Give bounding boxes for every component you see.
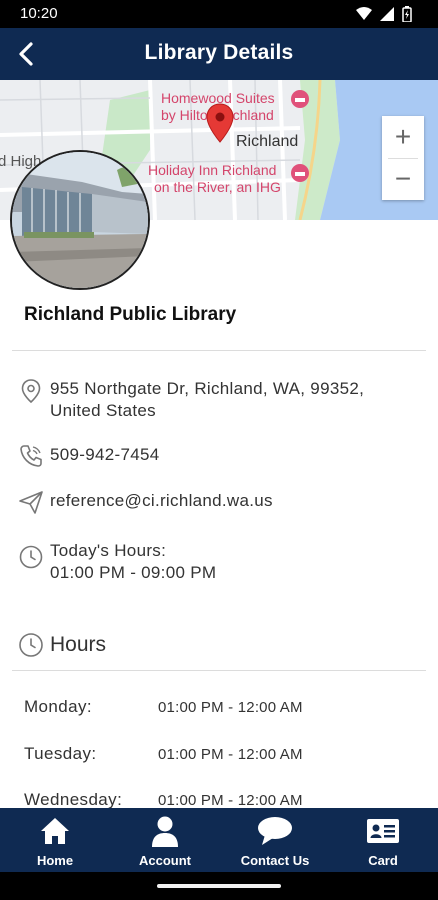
map-pin-icon: [206, 103, 234, 143]
todays-hours-text: Today's Hours: 01:00 PM - 09:00 PM: [50, 540, 216, 584]
name-divider: [12, 350, 426, 351]
home-icon: [41, 818, 69, 844]
app-bar: Library Details: [0, 28, 438, 80]
status-time: 10:20: [20, 5, 58, 22]
send-icon: [19, 491, 43, 514]
phone-text: 509-942-7454: [50, 445, 160, 464]
map-label-hotel2-line2: on the River, an IHG: [154, 179, 281, 195]
library-photo: [10, 150, 150, 290]
zoom-out-button[interactable]: −: [382, 158, 424, 200]
email-text: reference@ci.richland.wa.us: [50, 491, 273, 510]
hours-divider: [12, 670, 426, 671]
nav-account[interactable]: Account: [110, 808, 220, 872]
status-bar: 10:20: [0, 0, 438, 28]
hours-clock-icon: [19, 633, 43, 657]
library-details-screen: 10:20 Library Details Homewood Suites by…: [0, 0, 438, 900]
bottom-navigation: Home Account Contact Us Card: [0, 808, 438, 872]
address-text: 955 Northgate Dr, Richland, WA, 99352, U…: [50, 378, 364, 422]
hours-heading: Hours: [50, 633, 107, 656]
signal-icon: [380, 7, 394, 21]
nav-card-label: Card: [368, 853, 398, 868]
map-zoom-controls: + −: [382, 116, 424, 200]
address-line1: 955 Northgate Dr, Richland, WA, 99352,: [50, 379, 365, 398]
day-hours: 01:00 PM - 12:00 AM: [158, 792, 303, 809]
todays-hours-value: 01:00 PM - 09:00 PM: [50, 563, 217, 582]
card-icon: [367, 819, 399, 843]
nav-home-label: Home: [36, 853, 74, 868]
map-label-hotel2-line1: Holiday Inn Richland: [148, 162, 277, 178]
zoom-in-button[interactable]: +: [382, 116, 424, 158]
account-icon: [152, 816, 178, 847]
nav-contact-us[interactable]: Contact Us: [220, 808, 330, 872]
phone-icon: [20, 445, 42, 467]
nav-contact-label: Contact Us: [240, 853, 310, 868]
hotel-poi-icon: [291, 90, 309, 108]
clock-icon: [19, 545, 43, 569]
address-line2: United States: [50, 401, 156, 420]
todays-hours-label: Today's Hours:: [50, 541, 167, 560]
day-hours: 01:00 PM - 12:00 AM: [158, 746, 303, 763]
nav-home[interactable]: Home: [0, 808, 110, 872]
battery-icon: [402, 6, 412, 22]
home-gesture-handle[interactable]: [157, 884, 281, 888]
library-name: Richland Public Library: [24, 304, 237, 325]
day-label: Tuesday:: [24, 744, 97, 763]
page-title: Library Details: [144, 41, 294, 64]
map-label-city: Richland: [236, 133, 299, 150]
zoom-divider: [388, 158, 418, 159]
nav-account-label: Account: [139, 853, 191, 868]
day-hours: 01:00 PM - 12:00 AM: [158, 699, 303, 716]
location-icon: [21, 379, 41, 404]
system-navigation-bar: [0, 872, 438, 900]
hotel-poi-icon-2: [291, 164, 309, 182]
nav-card[interactable]: Card: [328, 808, 438, 872]
day-label: Monday:: [24, 697, 93, 716]
chat-icon: [258, 817, 292, 845]
day-label: Wednesday:: [24, 790, 123, 809]
wifi-icon: [356, 7, 372, 20]
status-icons: [356, 6, 412, 22]
